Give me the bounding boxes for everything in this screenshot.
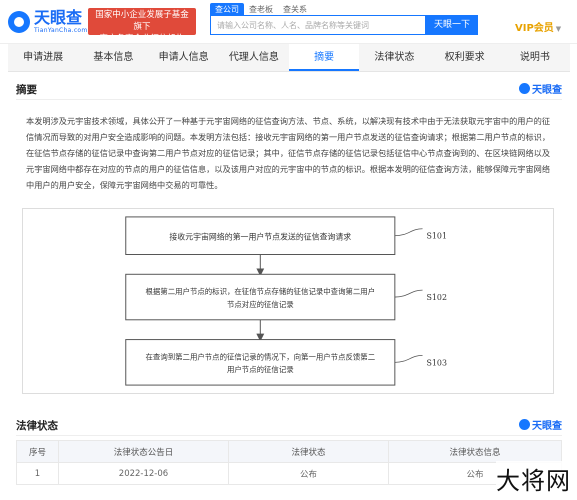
search-input[interactable]: 请输入公司名称、人名、品牌名称等关键词 [210,15,426,35]
flow-step-text: 根据第二用户节点的标识，在征信节点存储的征信记录中查询第二用户 [146,286,376,296]
table-row: 1 2022-12-06 公布 公布 [16,462,562,485]
flow-step-label: S102 [426,293,447,302]
section-brand: 天眼查 [519,417,562,432]
flow-step-box [125,339,396,386]
flow-step-text: 节点对应的征信记录 [227,299,294,309]
flow-step-text: 接收元宇宙网络的第一用户节点发送的征信查询请求 [169,232,351,242]
flow-step-leader [394,228,423,237]
section-brand-text: 天眼查 [532,421,562,432]
column-header: 法律状态信息 [388,440,562,463]
column-header: 序号 [16,440,59,463]
flow-step-leader [394,355,423,363]
tab-abstract[interactable]: 摘要 [289,44,360,71]
abstract-title: 摘要 [16,84,37,96]
tab-application-progress[interactable]: 申请进展 [8,44,78,71]
section-brand: 天眼查 [519,81,562,96]
patent-nav-tabs: 申请进展 基本信息 申请人信息 代理人信息 摘要 法律状态 权利要求 说明书 [8,44,570,72]
watermark-text: 大将网 [496,467,571,495]
flow-step-text: 用户节点的征信记录 [227,364,294,374]
top-bar: 天眼查 TianYanCha.com 国家中小企业发展子基金旗下 官方备案企业征… [0,0,577,44]
vip-member-link[interactable]: VIP会员 ▼ [515,19,561,34]
table-cell: 1 [16,462,59,485]
eye-logo-icon [519,419,530,430]
abstract-figure: 接收元宇宙网络的第一用户节点发送的征信查询请求 S101 根据第二用户节点的标识… [22,208,554,394]
legal-section-header: 法律状态 天眼查 [16,414,562,436]
tab-claims[interactable]: 权利要求 [430,44,500,71]
table-header-row: 序号 法律状态公告日 法律状态 法律状态信息 [16,440,562,463]
logo-subtext: TianYanCha.com [34,27,88,34]
column-header: 法律状态公告日 [58,440,229,463]
flow-step-leader [394,289,423,298]
promo-banner[interactable]: 国家中小企业发展子基金旗下 官方备案企业征信机构 [88,8,196,44]
flow-step-label: S101 [426,232,447,241]
chevron-down-icon: ▼ [555,25,562,33]
legal-status-table: 序号 法律状态公告日 法律状态 法律状态信息 1 2022-12-06 公布 公… [16,440,562,485]
abstract-text: 本发明涉及元宇宙技术领域，具体公开了一种基于元宇宙网络的征信查询方法、节点、系统… [26,116,551,190]
watermark: 大将网 [496,461,571,496]
table-cell: 公布 [228,462,389,485]
eye-logo-icon [8,10,30,33]
table-cell: 2022-12-06 [58,462,229,485]
tab-description[interactable]: 说明书 [500,44,570,71]
flow-step-label: S103 [426,358,447,367]
flow-step-text: 在查询到第二用户节点的征信记录的情况下，向第一用户节点反馈第二 [146,351,376,361]
promo-line1: 国家中小企业发展子基金旗下 [95,10,189,32]
section-brand-text: 天眼查 [532,85,562,96]
search-button[interactable]: 天眼一下 [426,15,478,35]
logo-text: 天眼查 [34,8,83,27]
eye-logo-icon [519,83,530,94]
legal-status-title: 法律状态 [16,420,58,432]
tab-agent-info[interactable]: 代理人信息 [219,44,289,71]
flow-step-box [125,273,396,321]
tab-basic-info[interactable]: 基本信息 [78,44,148,71]
abstract-section-header: 摘要 天眼查 [16,78,562,100]
flowchart: 接收元宇宙网络的第一用户节点发送的征信查询请求 S101 根据第二用户节点的标识… [125,216,447,386]
tab-legal-status[interactable]: 法律状态 [359,44,429,71]
tab-applicant-info[interactable]: 申请人信息 [149,44,219,71]
site-logo[interactable]: 天眼查 TianYanCha.com [8,9,88,34]
column-header: 法律状态 [228,440,389,463]
vip-label: VIP会员 [515,23,554,34]
